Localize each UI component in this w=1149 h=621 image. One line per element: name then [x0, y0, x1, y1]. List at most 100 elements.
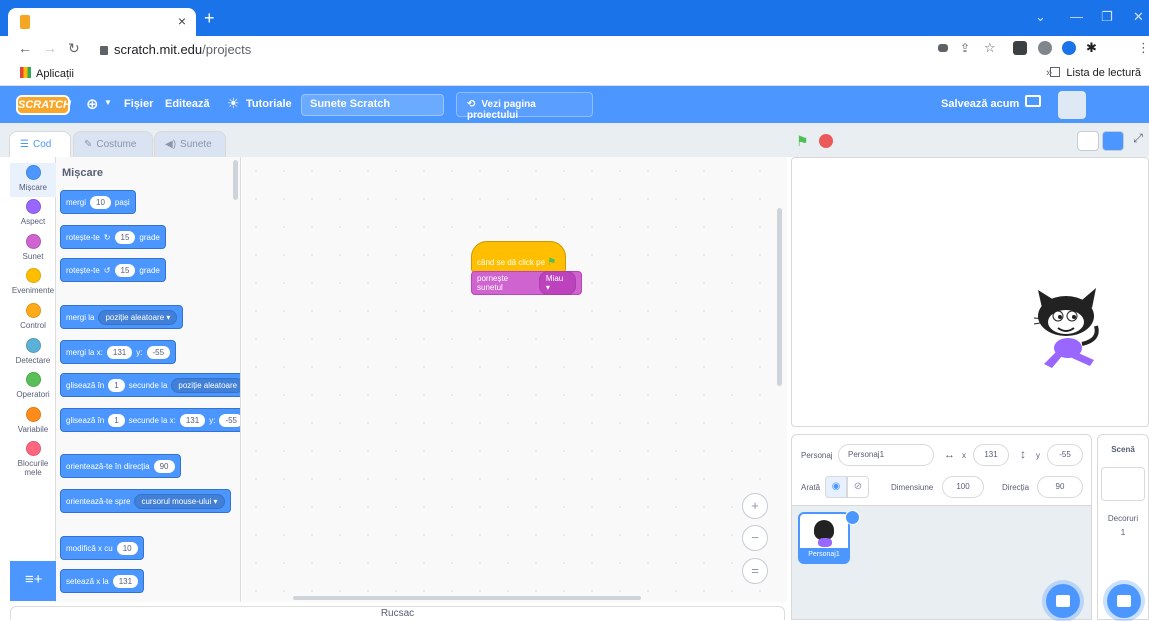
- extension-icon[interactable]: [1038, 41, 1052, 55]
- category-control[interactable]: Control: [10, 303, 56, 330]
- url-field[interactable]: scratch.mit.edu/projects: [100, 42, 251, 57]
- avatar[interactable]: [1058, 91, 1086, 119]
- menu-edit[interactable]: Editează: [165, 98, 210, 110]
- block-dropdown[interactable]: poziție aleatoare ▾: [98, 309, 178, 325]
- palette-scrollbar[interactable]: [233, 160, 238, 200]
- block-move-steps[interactable]: mergi 10 pași: [60, 190, 136, 214]
- add-extension-button[interactable]: ≡+: [10, 561, 56, 601]
- cat-sprite-icon[interactable]: [1030, 286, 1110, 372]
- x-input[interactable]: 131: [973, 444, 1009, 466]
- block-when-flag-clicked[interactable]: când se dă click pe ⚑: [471, 241, 566, 273]
- y-input[interactable]: -55: [1047, 444, 1083, 466]
- workspace-vertical-scrollbar[interactable]: [777, 208, 782, 386]
- block-set-x[interactable]: setează x la 131: [60, 569, 145, 593]
- tab-code[interactable]: ☰ Cod: [9, 131, 71, 157]
- block-input[interactable]: 131: [106, 345, 133, 359]
- stop-icon[interactable]: [819, 134, 833, 148]
- zoom-reset-button[interactable]: =: [742, 558, 768, 584]
- zoom-out-button[interactable]: −: [742, 525, 768, 551]
- size-input[interactable]: 100: [942, 476, 984, 498]
- sprite-name-input[interactable]: Personaj1: [838, 444, 934, 466]
- small-stage-icon[interactable]: [1077, 131, 1099, 151]
- folder-icon[interactable]: [1025, 95, 1041, 107]
- scratch-logo[interactable]: SCRATCH: [16, 95, 71, 115]
- choose-backdrop-button[interactable]: [1107, 584, 1141, 618]
- new-tab-button[interactable]: +: [204, 8, 215, 29]
- direction-input[interactable]: 90: [1037, 476, 1083, 498]
- block-input[interactable]: 1: [108, 413, 125, 427]
- block-input[interactable]: 131: [179, 413, 206, 427]
- category-sound[interactable]: Sunet: [10, 234, 56, 261]
- chevron-down-icon[interactable]: ⌄: [1035, 9, 1046, 25]
- category-operators[interactable]: Operatori: [10, 372, 56, 399]
- block-goto[interactable]: mergi la poziție aleatoare ▾: [60, 305, 184, 329]
- category-sensing[interactable]: Detectare: [10, 338, 56, 365]
- block-input[interactable]: 10: [116, 541, 138, 555]
- save-now-button[interactable]: Salvează acum: [941, 98, 1019, 110]
- fullscreen-icon[interactable]: ⤢: [1127, 131, 1149, 151]
- block-point-towards[interactable]: orientează-te spre cursorul mouse-ului ▾: [60, 489, 231, 513]
- back-icon[interactable]: ←: [18, 40, 32, 56]
- block-point-direction[interactable]: orientează-te în direcția 90: [60, 454, 181, 478]
- block-dropdown[interactable]: Miau ▾: [538, 271, 576, 295]
- sprite-thumbnail[interactable]: Personaj1: [798, 510, 860, 564]
- block-turn-right[interactable]: rotește-te ↻ 15 grade: [60, 225, 166, 249]
- block-change-x[interactable]: modifică x cu 10: [60, 536, 144, 560]
- reload-icon[interactable]: ↻: [68, 40, 80, 57]
- choose-sprite-button[interactable]: [1046, 584, 1080, 618]
- block-input[interactable]: 90: [153, 459, 175, 473]
- backpack[interactable]: Rucsac: [10, 606, 785, 620]
- block-goto-xy[interactable]: mergi la x: 131 y: -55: [60, 340, 177, 364]
- bookmark-star-icon[interactable]: ☆: [984, 40, 996, 56]
- block-dropdown[interactable]: cursorul mouse-ului ▾: [134, 493, 225, 509]
- backdrop-thumbnail[interactable]: [1101, 467, 1145, 501]
- block-turn-left[interactable]: rotește-te ↺ 15 grade: [60, 258, 166, 282]
- block-start-sound[interactable]: pornește sunetul Miau ▾: [471, 271, 582, 295]
- category-looks[interactable]: Aspect: [10, 199, 56, 226]
- project-title-input[interactable]: Sunete Scratch: [301, 94, 444, 116]
- tab-costumes[interactable]: ✎ Costume: [73, 131, 153, 157]
- block-input[interactable]: 15: [114, 263, 136, 277]
- extension-icon[interactable]: [1013, 41, 1027, 55]
- language-globe-icon[interactable]: ⊕: [86, 95, 99, 113]
- code-workspace[interactable]: când se dă click pe ⚑ pornește sunetul Mi…: [242, 157, 787, 602]
- block-glide-xy[interactable]: glisează în 1 secunde la x: 131 y: -55: [60, 408, 240, 432]
- category-motion[interactable]: Mișcare: [10, 163, 56, 197]
- block-input[interactable]: 10: [90, 195, 111, 209]
- block-input[interactable]: -55: [146, 345, 171, 359]
- view-project-page-button[interactable]: ⟲ Vezi pagina proiectului: [456, 92, 593, 121]
- menu-file[interactable]: Fișier: [124, 98, 153, 110]
- block-input[interactable]: -55: [219, 413, 240, 427]
- menu-tutorials[interactable]: Tutoriale: [246, 98, 292, 110]
- window-close-icon[interactable]: ✕: [1133, 9, 1144, 25]
- category-my-blocks[interactable]: Blocurile mele: [10, 441, 56, 477]
- show-hidden-eye-icon[interactable]: ⊘: [847, 476, 869, 498]
- reading-list-button[interactable]: Lista de lectură: [1050, 67, 1141, 79]
- show-visible-eye-icon[interactable]: ◉: [825, 476, 847, 498]
- zoom-in-button[interactable]: +: [742, 493, 768, 519]
- normal-stage-icon[interactable]: [1102, 131, 1124, 151]
- puzzle-icon[interactable]: ✱: [1086, 40, 1097, 56]
- green-flag-icon[interactable]: ⚑: [796, 133, 810, 149]
- workspace-horizontal-scrollbar[interactable]: [293, 596, 641, 600]
- camera-icon[interactable]: [938, 44, 948, 52]
- block-input[interactable]: 131: [112, 574, 139, 588]
- cloud-extension-icon[interactable]: [1062, 41, 1076, 55]
- maximize-icon[interactable]: ❐: [1101, 9, 1113, 25]
- share-icon[interactable]: ⇪: [960, 41, 970, 55]
- block-input[interactable]: 1: [108, 378, 125, 392]
- category-events[interactable]: Evenimente: [10, 268, 56, 295]
- block-input[interactable]: 15: [114, 230, 136, 244]
- tab-close-button[interactable]: ×: [178, 13, 186, 29]
- category-variables[interactable]: Variabile: [10, 407, 56, 434]
- stage-canvas[interactable]: [791, 157, 1149, 427]
- forward-icon[interactable]: →: [43, 40, 57, 56]
- delete-sprite-icon[interactable]: [845, 510, 860, 525]
- block-glide-to[interactable]: glisează în 1 secunde la poziție aleatoare: [60, 373, 240, 397]
- tab-sounds[interactable]: ◀) Sunete: [154, 131, 226, 157]
- apps-bookmark[interactable]: Aplicații: [20, 67, 74, 80]
- minimize-icon[interactable]: —: [1070, 9, 1083, 24]
- browser-tab[interactable]: ×: [8, 8, 196, 36]
- kebab-menu-icon[interactable]: ⋮: [1137, 40, 1149, 56]
- block-dropdown[interactable]: poziție aleatoare: [171, 377, 240, 393]
